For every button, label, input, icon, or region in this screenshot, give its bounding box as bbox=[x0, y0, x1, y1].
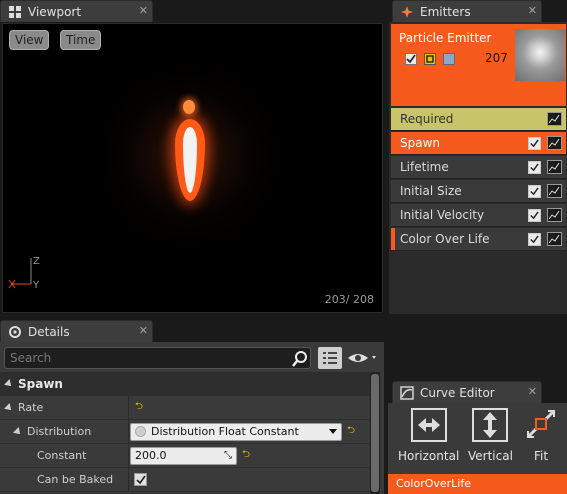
details-scrollbar[interactable] bbox=[370, 372, 380, 494]
vertical-button[interactable]: Vertical bbox=[468, 407, 513, 467]
viewport-icon bbox=[9, 5, 21, 18]
render-mode-icon[interactable] bbox=[443, 53, 455, 65]
axis-gizmo: Z Y bbox=[7, 250, 47, 291]
reset-to-default-icon[interactable]: ⮌ bbox=[242, 447, 250, 464]
module-label: Lifetime bbox=[400, 160, 449, 174]
close-icon[interactable]: ✕ bbox=[139, 324, 148, 337]
tab-curve-editor[interactable]: Curve Editor ✕ bbox=[392, 381, 542, 403]
emitter-enable-checkbox[interactable] bbox=[405, 53, 417, 65]
tab-viewport-label: Viewport bbox=[28, 4, 82, 19]
can-be-baked-checkbox[interactable] bbox=[134, 473, 147, 486]
module-initial-velocity[interactable]: Initial Velocity bbox=[391, 204, 566, 227]
emitter-name: Particle Emitter bbox=[399, 31, 492, 45]
curve-graph-icon[interactable] bbox=[547, 232, 562, 246]
module-label: Required bbox=[400, 112, 454, 126]
module-checkbox[interactable] bbox=[528, 208, 541, 222]
particle-count: 207 bbox=[485, 51, 508, 65]
emitter-thumbnail bbox=[515, 29, 565, 81]
emitter-icon bbox=[401, 5, 413, 18]
row-label: Constant bbox=[37, 449, 87, 462]
curve-graph-icon[interactable] bbox=[547, 136, 562, 150]
tab-curve-editor-label: Curve Editor bbox=[420, 385, 495, 400]
module-label: Spawn bbox=[400, 136, 441, 150]
reset-to-default-icon[interactable]: ⮌ bbox=[347, 423, 355, 440]
expand-arrow-icon[interactable] bbox=[4, 402, 14, 413]
chevron-down-icon bbox=[329, 429, 337, 434]
axis-y-label: Y bbox=[32, 280, 40, 290]
drag-handle-icon[interactable]: ⤡ bbox=[224, 450, 232, 461]
fit-button[interactable]: Fit bbox=[522, 407, 560, 467]
curve-editor-panel: Horizontal Vertical Fit ColorOverLife bbox=[388, 403, 567, 494]
row-label: Can be Baked bbox=[37, 473, 114, 486]
section-title: Spawn bbox=[18, 376, 63, 391]
eye-icon[interactable] bbox=[347, 350, 379, 366]
view-button[interactable]: View bbox=[9, 30, 50, 50]
close-icon[interactable]: ✕ bbox=[139, 4, 148, 17]
module-checkbox[interactable] bbox=[528, 232, 541, 246]
tab-details-label: Details bbox=[28, 324, 70, 339]
module-label: Initial Velocity bbox=[400, 208, 485, 222]
tab-viewport[interactable]: Viewport ✕ bbox=[0, 0, 153, 22]
row-label: Distribution bbox=[27, 425, 92, 438]
distribution-value: Distribution Float Constant bbox=[151, 425, 299, 438]
distribution-type-icon bbox=[135, 426, 146, 437]
frame-count: 203/ 208 bbox=[324, 293, 374, 306]
row-distribution: Distribution Distribution Float Constant… bbox=[0, 420, 374, 444]
module-label: Color Over Life bbox=[400, 232, 490, 246]
solo-icon[interactable] bbox=[424, 53, 436, 65]
module-spawn[interactable]: Spawn bbox=[391, 132, 566, 155]
particle-tip bbox=[183, 100, 195, 114]
module-required[interactable]: Required bbox=[391, 108, 566, 131]
curve-track-color-over-life[interactable]: ColorOverLife bbox=[388, 474, 567, 494]
expand-arrow-icon[interactable] bbox=[13, 426, 23, 437]
vertical-label: Vertical bbox=[468, 449, 513, 463]
module-color-over-life[interactable]: Color Over Life bbox=[391, 228, 566, 251]
time-button[interactable]: Time bbox=[60, 30, 102, 50]
expand-arrow-icon[interactable] bbox=[4, 378, 14, 389]
section-header-spawn[interactable]: Spawn bbox=[0, 372, 374, 396]
horizontal-button[interactable]: Horizontal bbox=[398, 407, 459, 467]
tab-emitters-label: Emitters bbox=[420, 4, 471, 19]
tab-details[interactable]: Details ✕ bbox=[0, 320, 153, 342]
close-icon[interactable]: ✕ bbox=[528, 4, 537, 17]
module-label: Initial Size bbox=[400, 184, 462, 198]
curve-graph-icon[interactable] bbox=[547, 160, 562, 174]
search-input[interactable]: Search bbox=[4, 347, 311, 369]
axis-z-label: Z bbox=[33, 256, 40, 267]
row-can-be-baked: Can be Baked bbox=[0, 468, 374, 492]
row-constant: Constant 200.0 ⤡ ⮌ bbox=[0, 444, 374, 468]
search-icon[interactable] bbox=[291, 350, 309, 368]
curve-graph-icon[interactable] bbox=[547, 208, 562, 222]
constant-value: 200.0 bbox=[135, 449, 167, 462]
module-checkbox[interactable] bbox=[528, 136, 541, 150]
module-checkbox[interactable] bbox=[528, 160, 541, 174]
module-lifetime[interactable]: Lifetime bbox=[391, 156, 566, 179]
fit-icon bbox=[526, 409, 556, 439]
curve-graph-icon[interactable] bbox=[547, 112, 562, 126]
emitters-panel: Particle Emitter 207 Required Spawn Life… bbox=[388, 22, 567, 314]
distribution-select[interactable]: Distribution Float Constant bbox=[130, 422, 342, 441]
close-icon[interactable]: ✕ bbox=[528, 385, 537, 398]
reset-to-default-icon[interactable]: ⮌ bbox=[135, 399, 143, 416]
horizontal-fit-icon bbox=[410, 408, 447, 442]
curve-graph-icon[interactable] bbox=[547, 184, 562, 198]
vertical-fit-icon bbox=[472, 408, 509, 442]
viewport[interactable]: View Time Z Y 203/ 208 bbox=[2, 23, 383, 313]
constant-field[interactable]: 200.0 ⤡ bbox=[130, 446, 237, 465]
details-panel: Search Spawn Rate ⮌ Distribution Distrib… bbox=[0, 342, 384, 494]
row-label: Rate bbox=[18, 401, 44, 414]
module-initial-size[interactable]: Initial Size bbox=[391, 180, 566, 203]
module-checkbox[interactable] bbox=[528, 184, 541, 198]
fit-label: Fit bbox=[533, 449, 549, 463]
horizontal-label: Horizontal bbox=[398, 449, 460, 463]
tab-emitters[interactable]: Emitters ✕ bbox=[392, 0, 542, 22]
row-rate: Rate ⮌ bbox=[0, 396, 374, 420]
emitter-header[interactable]: Particle Emitter 207 bbox=[391, 24, 566, 106]
curve-editor-icon bbox=[400, 385, 414, 400]
list-view-icon[interactable] bbox=[318, 347, 342, 369]
details-icon bbox=[9, 325, 21, 338]
